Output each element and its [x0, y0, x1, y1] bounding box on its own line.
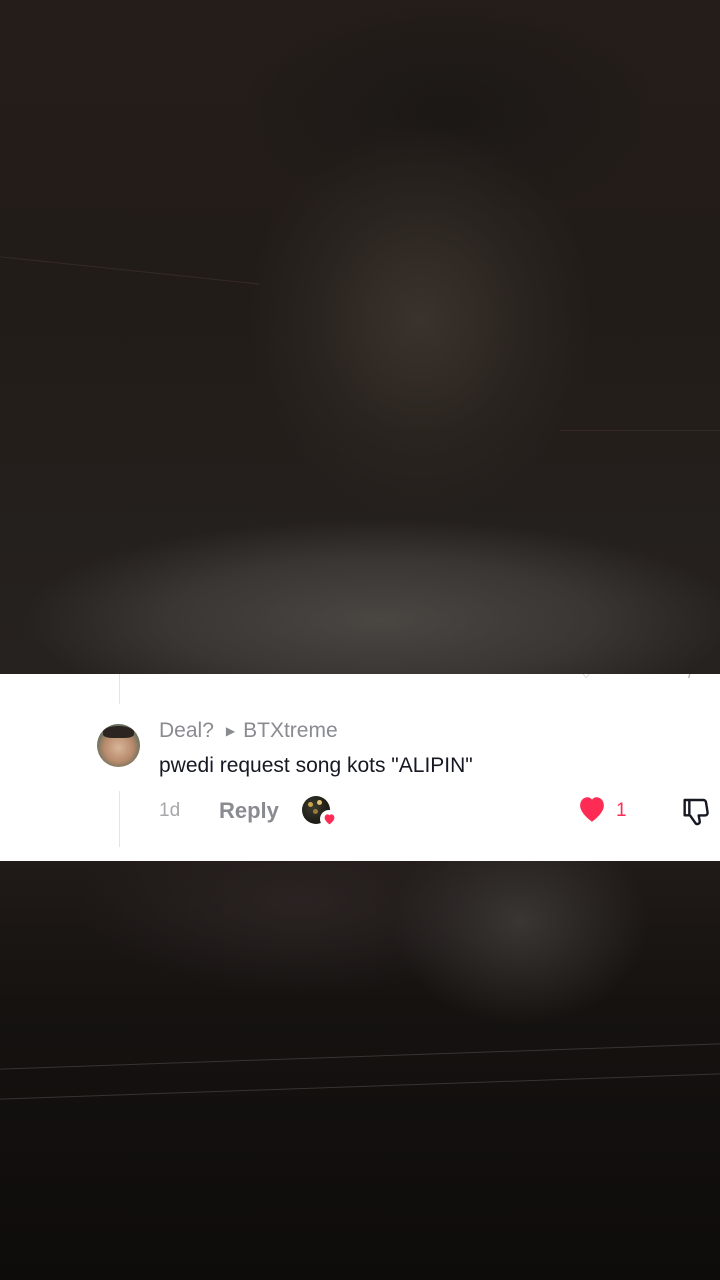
- reply-to-username[interactable]: BTXtreme: [243, 719, 338, 743]
- thumbs-down-icon: /: [688, 674, 693, 683]
- wall-detail: [560, 430, 720, 431]
- wall-detail: [0, 256, 260, 285]
- comment-username[interactable]: Deal?: [159, 719, 214, 743]
- comment-text: pwedi request song kots "ALIPIN": [159, 754, 473, 777]
- caret-right-icon: ▶: [225, 724, 236, 738]
- reply-button[interactable]: Reply: [219, 798, 279, 824]
- like-count: 1: [616, 800, 627, 821]
- comment-panel: ♡ / Deal? ▶ BTXtreme pwedi request song …: [0, 674, 720, 861]
- thumbs-down-icon[interactable]: [680, 796, 712, 828]
- comment-meta: Deal? ▶ BTXtreme: [159, 718, 338, 744]
- video-frame-top[interactable]: [0, 0, 720, 674]
- guitar-string: [0, 1043, 720, 1070]
- heart-icon: [320, 810, 338, 828]
- heart-icon[interactable]: [576, 794, 608, 828]
- heart-outline-icon: ♡: [578, 674, 594, 683]
- avatar-hair: [103, 726, 134, 738]
- comment-time: 1d: [159, 800, 181, 821]
- like-control[interactable]: 1: [576, 796, 627, 826]
- guitar-string: [0, 1073, 720, 1100]
- avatar[interactable]: [97, 724, 140, 767]
- creator-liked-badge-icon: [302, 796, 338, 828]
- previous-comment-actions: ♡ /: [0, 674, 720, 683]
- video-frame-bottom[interactable]: [0, 861, 720, 1280]
- comment-actions: 1d Reply: [159, 796, 338, 828]
- thread-line: [119, 791, 120, 847]
